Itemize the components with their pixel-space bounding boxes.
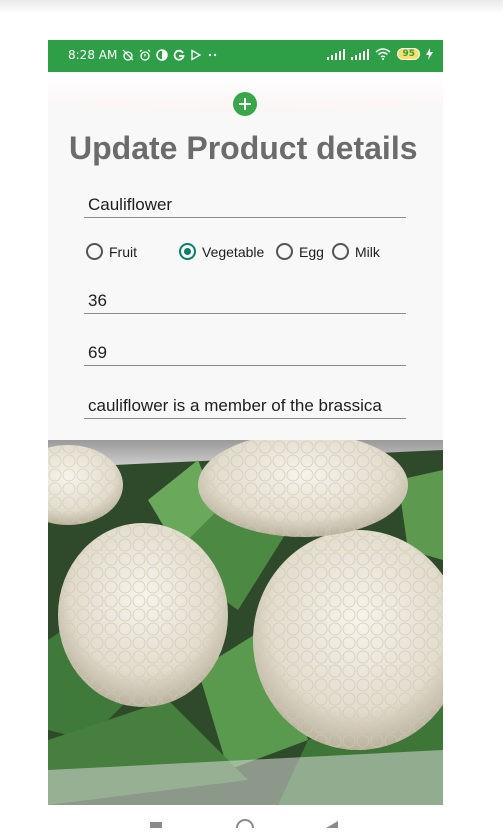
recent-apps-icon bbox=[150, 822, 162, 828]
radio-vegetable[interactable]: Vegetable bbox=[179, 243, 264, 260]
status-notification-icons bbox=[122, 49, 219, 61]
status-bar: 8:28 AM 95 bbox=[48, 40, 443, 72]
product-image[interactable] bbox=[48, 440, 443, 805]
radio-egg[interactable]: Egg bbox=[276, 243, 324, 260]
signal-icon bbox=[327, 48, 346, 60]
alarm-off-icon bbox=[122, 49, 134, 61]
google-icon bbox=[174, 49, 185, 61]
nav-bar-icons bbox=[150, 819, 338, 833]
signal-icon bbox=[351, 48, 370, 60]
system-nav-bar bbox=[0, 815, 503, 833]
radio-egg-label: Egg bbox=[299, 243, 324, 260]
quantity-field[interactable]: 36 bbox=[84, 290, 406, 314]
radio-fruit-label: Fruit bbox=[109, 243, 137, 260]
wifi-icon bbox=[375, 48, 391, 60]
radio-vegetable-label: Vegetable bbox=[202, 243, 265, 260]
add-product-button[interactable] bbox=[233, 92, 257, 116]
cauliflower-photo bbox=[48, 440, 443, 805]
status-time: 8:28 AM bbox=[68, 48, 118, 62]
radio-egg-circle[interactable] bbox=[276, 243, 293, 260]
window-top-edge bbox=[0, 0, 503, 14]
radio-milk[interactable]: Milk bbox=[332, 243, 380, 260]
back-icon bbox=[326, 821, 338, 828]
description-field[interactable]: cauliflower is a member of the brassica bbox=[84, 395, 406, 419]
status-left: 8:28 AM bbox=[68, 48, 219, 62]
product-name-field[interactable]: Cauliflower bbox=[84, 194, 406, 218]
radio-vegetable-circle[interactable] bbox=[179, 243, 196, 260]
play-outline-icon bbox=[191, 49, 202, 61]
battery-icon: 95 bbox=[397, 48, 420, 60]
charging-icon bbox=[426, 48, 433, 60]
status-right: 95 bbox=[327, 48, 433, 60]
more-dots-icon bbox=[209, 53, 217, 57]
alarm-icon bbox=[139, 49, 151, 61]
radio-fruit-circle[interactable] bbox=[86, 243, 103, 260]
radio-fruit[interactable]: Fruit bbox=[86, 243, 137, 260]
price-field[interactable]: 69 bbox=[84, 342, 406, 366]
contrast-icon bbox=[156, 49, 169, 61]
plus-icon bbox=[239, 98, 251, 110]
radio-milk-circle[interactable] bbox=[332, 243, 349, 260]
home-icon bbox=[236, 819, 254, 833]
page-title: Update Product details bbox=[69, 130, 418, 166]
app-screen: 8:28 AM 95 Update Product details Caulif… bbox=[48, 40, 443, 805]
category-radio-group: Fruit Vegetable Egg Milk bbox=[86, 243, 416, 265]
radio-milk-label: Milk bbox=[355, 243, 380, 260]
